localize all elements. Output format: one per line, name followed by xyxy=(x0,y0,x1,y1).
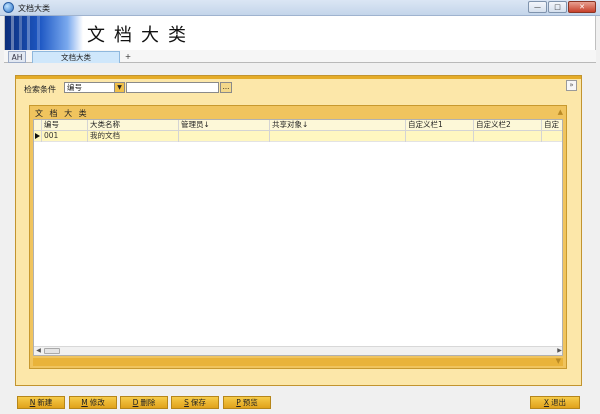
cell-custom1[interactable] xyxy=(406,131,474,142)
save-button[interactable]: S 保存 xyxy=(171,396,219,409)
cell-share[interactable] xyxy=(270,131,406,142)
close-button[interactable]: ✕ xyxy=(568,1,596,13)
save-shortcut: S xyxy=(184,398,189,407)
pin-down-icon[interactable]: ▼ xyxy=(556,357,561,365)
search-strip xyxy=(16,76,581,79)
main-frame: 检索条件 编号 ▼ ... » 文 档 大 类 ▲ 编号 大类名称 管理员↓ 共… xyxy=(15,75,582,386)
grid-header: 编号 大类名称 管理员↓ 共享对象↓ 自定义栏1 自定义栏2 自定 xyxy=(34,120,562,131)
collapse-icon[interactable]: » xyxy=(566,80,577,91)
data-grid: 编号 大类名称 管理员↓ 共享对象↓ 自定义栏1 自定义栏2 自定 001 我的… xyxy=(33,119,563,356)
search-input[interactable] xyxy=(126,82,219,93)
browse-button[interactable]: ... xyxy=(220,82,232,93)
column-header-code[interactable]: 编号 xyxy=(42,120,88,131)
preview-label: 预览 xyxy=(242,398,258,407)
preview-shortcut: P xyxy=(236,398,241,407)
title-bar: 文档大类 — □ ✕ xyxy=(0,0,600,16)
category-panel: 文 档 大 类 ▲ 编号 大类名称 管理员↓ 共享对象↓ 自定义栏1 自定义栏2… xyxy=(29,105,567,369)
banner-art xyxy=(5,16,83,50)
exit-label: 退出 xyxy=(551,398,567,407)
exit-button[interactable]: X 退出 xyxy=(530,396,580,409)
app-icon xyxy=(3,2,14,13)
new-shortcut: N xyxy=(29,398,36,407)
maximize-button[interactable]: □ xyxy=(548,1,567,13)
horizontal-scrollbar[interactable]: ◀ ▶ xyxy=(34,346,562,355)
scroll-thumb[interactable] xyxy=(44,348,60,354)
cell-admin[interactable] xyxy=(179,131,270,142)
tab-bar: AH 文档大类 + xyxy=(4,50,596,63)
exit-shortcut: X xyxy=(543,398,550,407)
window-title: 文档大类 xyxy=(18,4,50,13)
preview-button[interactable]: P 预览 xyxy=(223,396,271,409)
save-label: 保存 xyxy=(190,398,206,407)
cell-custom3[interactable] xyxy=(542,131,562,142)
column-header-custom3[interactable]: 自定 xyxy=(542,120,562,131)
minimize-button[interactable]: — xyxy=(528,1,547,13)
scroll-left-icon[interactable]: ◀ xyxy=(34,347,43,355)
new-label: 新建 xyxy=(37,398,53,407)
bottom-toolbar: N 新建 M 修改 D 删除 S 保存 P 预览 X 退出 xyxy=(0,392,600,414)
row-pointer-icon xyxy=(35,133,40,139)
banner-title: 文档大类 xyxy=(87,25,195,46)
edit-button[interactable]: M 修改 xyxy=(69,396,117,409)
column-header-admin[interactable]: 管理员↓ xyxy=(179,120,270,131)
column-header-custom2[interactable]: 自定义栏2 xyxy=(474,120,542,131)
panel-footer: ▼ xyxy=(33,357,563,366)
header-indicator-cell xyxy=(34,120,42,131)
tab-ah[interactable]: AH xyxy=(8,51,26,63)
cell-code[interactable]: 001 xyxy=(42,131,88,142)
new-button[interactable]: N 新建 xyxy=(17,396,65,409)
window-controls: — □ ✕ xyxy=(527,1,596,13)
tab-document-category[interactable]: 文档大类 xyxy=(32,51,120,63)
table-row[interactable]: 001 我的文档 xyxy=(34,131,562,142)
panel-title: 文 档 大 类 xyxy=(35,109,89,118)
search-field-value: 编号 xyxy=(67,83,82,92)
edit-label: 修改 xyxy=(89,398,105,407)
column-header-name[interactable]: 大类名称 xyxy=(88,120,179,131)
delete-button[interactable]: D 删除 xyxy=(120,396,168,409)
column-header-share[interactable]: 共享对象↓ xyxy=(270,120,406,131)
pin-icon[interactable]: ▲ xyxy=(558,108,563,116)
cell-name[interactable]: 我的文档 xyxy=(88,131,179,142)
header-banner: 文档大类 xyxy=(4,16,596,50)
delete-label: 删除 xyxy=(140,398,156,407)
edit-shortcut: M xyxy=(81,398,88,407)
scroll-right-icon[interactable]: ▶ xyxy=(555,347,562,355)
chevron-down-icon[interactable]: ▼ xyxy=(114,83,124,92)
search-field-select[interactable]: 编号 ▼ xyxy=(64,82,125,93)
column-header-custom1[interactable]: 自定义栏1 xyxy=(406,120,474,131)
cell-custom2[interactable] xyxy=(474,131,542,142)
delete-shortcut: D xyxy=(132,398,139,407)
add-tab-button[interactable]: + xyxy=(122,51,134,63)
row-indicator-cell xyxy=(34,131,42,142)
search-label: 检索条件 xyxy=(24,85,56,94)
